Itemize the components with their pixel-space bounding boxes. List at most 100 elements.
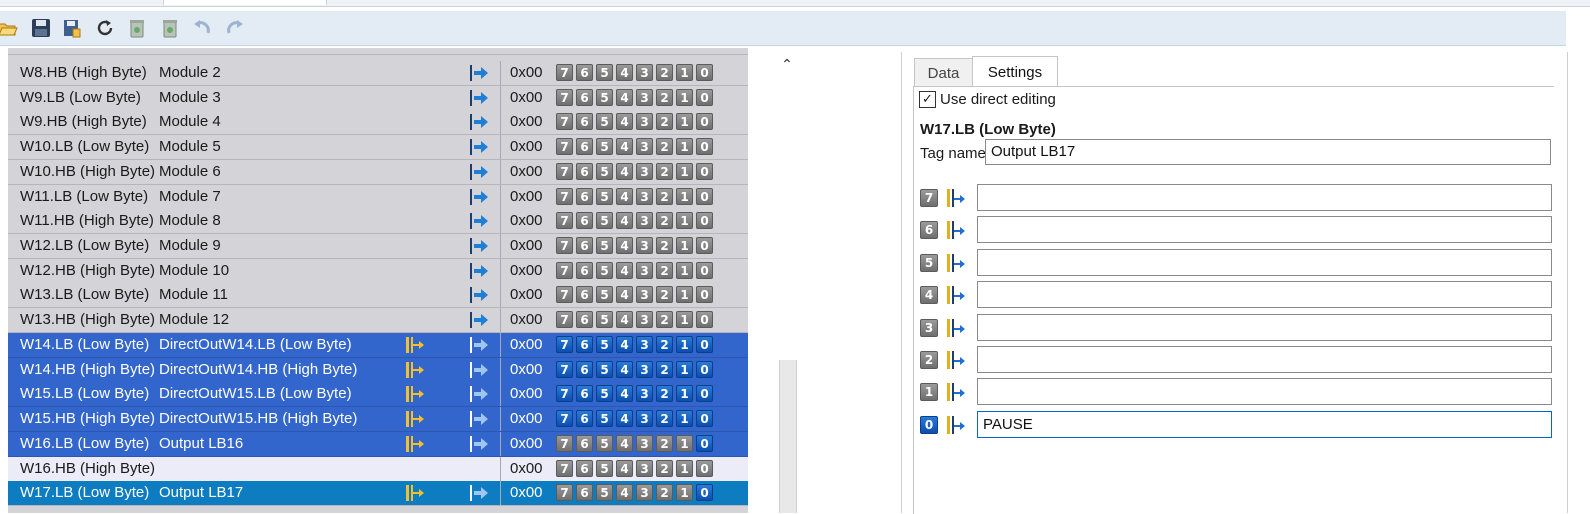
bit-6-button[interactable]: 6 bbox=[576, 459, 593, 477]
bit-6-indicator[interactable]: 6 bbox=[920, 221, 938, 240]
bit-2-button[interactable]: 2 bbox=[656, 88, 673, 106]
bit-2-button[interactable]: 2 bbox=[656, 138, 673, 156]
bit-0-button[interactable]: 0 bbox=[696, 113, 713, 131]
bit-4-button[interactable]: 4 bbox=[616, 113, 633, 131]
io-mapping-icon[interactable] bbox=[944, 415, 968, 435]
bit-3-indicator[interactable]: 3 bbox=[920, 318, 938, 337]
bit-6-button[interactable]: 6 bbox=[576, 162, 593, 180]
bit-1-button[interactable]: 1 bbox=[676, 434, 693, 452]
bit-5-button[interactable]: 5 bbox=[596, 335, 613, 353]
bit-6-button[interactable]: 6 bbox=[576, 237, 593, 255]
bit-0-button[interactable]: 0 bbox=[696, 187, 713, 205]
bit-3-button[interactable]: 3 bbox=[636, 64, 653, 81]
bit-4-button[interactable]: 4 bbox=[616, 187, 633, 205]
bit-0-button[interactable]: 0 bbox=[696, 162, 713, 180]
table-row[interactable]: W14.LB (Low Byte) DirectOutW14.LB (Low By… bbox=[8, 332, 748, 358]
bit-5-button[interactable]: 5 bbox=[596, 434, 613, 452]
table-row[interactable]: W12.LB (Low Byte) Module 9 0x00 7 6 5 4 3 2 1 0 bbox=[8, 234, 748, 260]
bit-4-button[interactable]: 4 bbox=[616, 311, 633, 329]
bit-1-button[interactable]: 1 bbox=[676, 385, 693, 403]
io-mapping-icon[interactable] bbox=[944, 350, 968, 370]
bit-3-button[interactable]: 3 bbox=[636, 410, 653, 428]
table-row[interactable]: W9.LB (Low Byte) Module 3 0x00 7 6 5 4 3 2 1 0 bbox=[8, 85, 748, 111]
io-mapping-icon[interactable] bbox=[944, 285, 968, 305]
bit-5-button[interactable]: 5 bbox=[596, 113, 613, 131]
bit-3-button[interactable]: 3 bbox=[636, 434, 653, 452]
table-row[interactable]: W11.LB (Low Byte) Module 7 0x00 7 6 5 4 3 2 1 0 bbox=[8, 184, 748, 210]
bit-1-button[interactable]: 1 bbox=[676, 335, 693, 353]
table-row[interactable]: W17.LB (Low Byte) Output LB17 0x00 7 6 5 4 3 2 1 0 bbox=[8, 481, 748, 507]
bit-4-button[interactable]: 4 bbox=[616, 360, 633, 378]
direct-out-icon[interactable] bbox=[469, 238, 489, 255]
tag-name-input[interactable]: Output LB17 bbox=[985, 139, 1551, 165]
bit-2-button[interactable]: 2 bbox=[656, 459, 673, 477]
direct-out-icon[interactable] bbox=[469, 386, 489, 403]
bit-1-button[interactable]: 1 bbox=[676, 286, 693, 304]
bit-7-button[interactable]: 7 bbox=[556, 484, 573, 502]
bit-2-button[interactable]: 2 bbox=[656, 484, 673, 502]
bit-1-button[interactable]: 1 bbox=[676, 261, 693, 279]
direct-out-icon[interactable] bbox=[469, 65, 489, 81]
bit-2-button[interactable]: 2 bbox=[656, 187, 673, 205]
bit-1-button[interactable]: 1 bbox=[676, 212, 693, 230]
bit-2-button[interactable]: 2 bbox=[656, 434, 673, 452]
bit-0-button[interactable]: 0 bbox=[696, 335, 713, 353]
open-folder-icon[interactable] bbox=[0, 16, 20, 40]
bit-4-button[interactable]: 4 bbox=[616, 335, 633, 353]
active-document-tab[interactable] bbox=[163, 0, 327, 5]
bit-4-button[interactable]: 4 bbox=[616, 434, 633, 452]
undo-icon[interactable] bbox=[189, 16, 213, 40]
bit-7-name-input[interactable] bbox=[977, 184, 1552, 211]
use-direct-editing-checkbox[interactable]: ✓ bbox=[919, 91, 936, 108]
scrollbar-thumb[interactable] bbox=[779, 360, 797, 513]
bit-6-button[interactable]: 6 bbox=[576, 261, 593, 279]
table-row[interactable] bbox=[8, 48, 748, 55]
table-row[interactable]: W14.HB (High Byte) DirectOutW14.HB (High … bbox=[8, 357, 748, 383]
bit-3-button[interactable]: 3 bbox=[636, 113, 653, 131]
direct-out-icon[interactable] bbox=[469, 411, 489, 428]
bit-0-button[interactable]: 0 bbox=[696, 385, 713, 403]
direct-out-icon[interactable] bbox=[469, 163, 489, 180]
bit-7-button[interactable]: 7 bbox=[556, 311, 573, 329]
bit-5-button[interactable]: 5 bbox=[596, 88, 613, 106]
bit-2-button[interactable]: 2 bbox=[656, 237, 673, 255]
bit-0-button[interactable]: 0 bbox=[696, 212, 713, 230]
bit-7-indicator[interactable]: 7 bbox=[920, 189, 938, 207]
bit-7-button[interactable]: 7 bbox=[556, 113, 573, 131]
bit-2-button[interactable]: 2 bbox=[656, 162, 673, 180]
bit-5-name-input[interactable] bbox=[977, 248, 1552, 276]
bit-3-button[interactable]: 3 bbox=[636, 459, 653, 477]
bit-4-button[interactable]: 4 bbox=[616, 212, 633, 230]
bit-1-button[interactable]: 1 bbox=[676, 410, 693, 428]
save-icon[interactable] bbox=[29, 16, 53, 40]
direct-out-icon[interactable] bbox=[469, 312, 489, 329]
bit-3-button[interactable]: 3 bbox=[636, 385, 653, 403]
bit-7-button[interactable]: 7 bbox=[556, 88, 573, 106]
bit-5-button[interactable]: 5 bbox=[596, 162, 613, 180]
bit-4-button[interactable]: 4 bbox=[616, 459, 633, 477]
bit-1-button[interactable]: 1 bbox=[676, 113, 693, 131]
bit-4-button[interactable]: 4 bbox=[616, 88, 633, 106]
delete-icon[interactable] bbox=[125, 16, 149, 40]
bit-7-button[interactable]: 7 bbox=[556, 261, 573, 279]
direct-out-icon[interactable] bbox=[469, 188, 489, 205]
bit-3-button[interactable]: 3 bbox=[636, 162, 653, 180]
table-row[interactable]: W13.HB (High Byte) Module 12 0x00 7 6 5 4 3 2 1 0 bbox=[8, 308, 748, 334]
bit-2-button[interactable]: 2 bbox=[656, 113, 673, 131]
grid-vertical-scrollbar[interactable]: ⌃ bbox=[778, 55, 797, 513]
bit-2-button[interactable]: 2 bbox=[656, 64, 673, 81]
bit-6-button[interactable]: 6 bbox=[576, 360, 593, 378]
bit-4-button[interactable]: 4 bbox=[616, 162, 633, 180]
bit-6-button[interactable]: 6 bbox=[576, 286, 593, 304]
bit-4-button[interactable]: 4 bbox=[616, 64, 633, 81]
bit-2-button[interactable]: 2 bbox=[656, 261, 673, 279]
bit-3-button[interactable]: 3 bbox=[636, 311, 653, 329]
bit-4-button[interactable]: 4 bbox=[616, 385, 633, 403]
table-row[interactable]: W8.HB (High Byte) Module 2 0x00 7 6 5 4 3 2 1 0 bbox=[8, 61, 748, 86]
bit-5-indicator[interactable]: 5 bbox=[920, 253, 938, 272]
bit-4-button[interactable]: 4 bbox=[616, 138, 633, 156]
bit-4-button[interactable]: 4 bbox=[616, 286, 633, 304]
bit-5-button[interactable]: 5 bbox=[596, 459, 613, 477]
bit-6-button[interactable]: 6 bbox=[576, 113, 593, 131]
bit-6-button[interactable]: 6 bbox=[576, 88, 593, 106]
